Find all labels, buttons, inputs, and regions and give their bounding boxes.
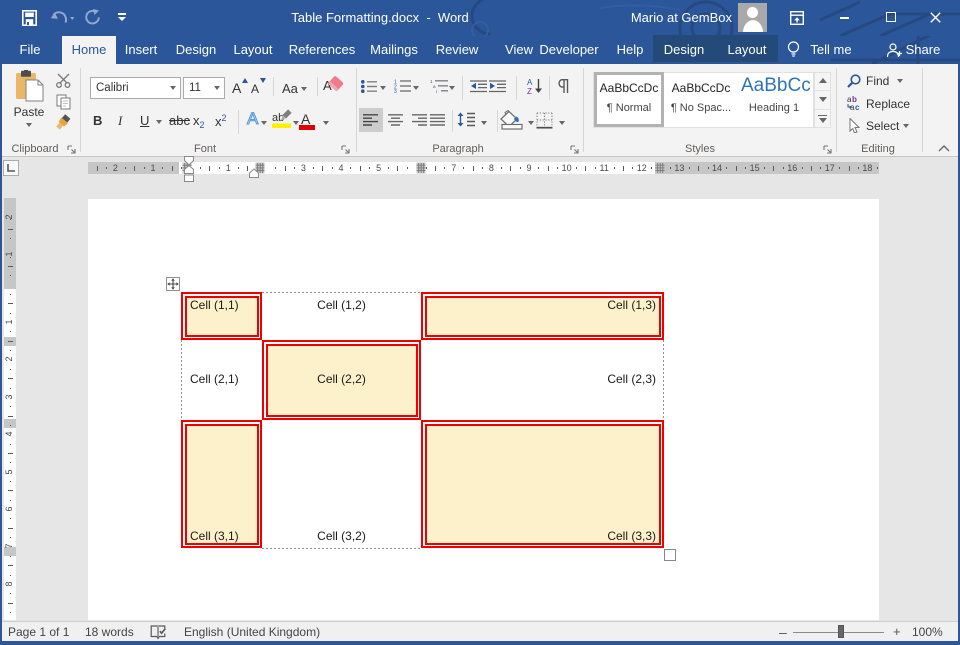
svg-text:A: A xyxy=(527,78,533,87)
svg-text:3: 3 xyxy=(394,89,397,93)
svg-text:i: i xyxy=(436,89,437,93)
svg-text:Z: Z xyxy=(527,87,532,94)
svg-text:c: c xyxy=(855,103,860,111)
